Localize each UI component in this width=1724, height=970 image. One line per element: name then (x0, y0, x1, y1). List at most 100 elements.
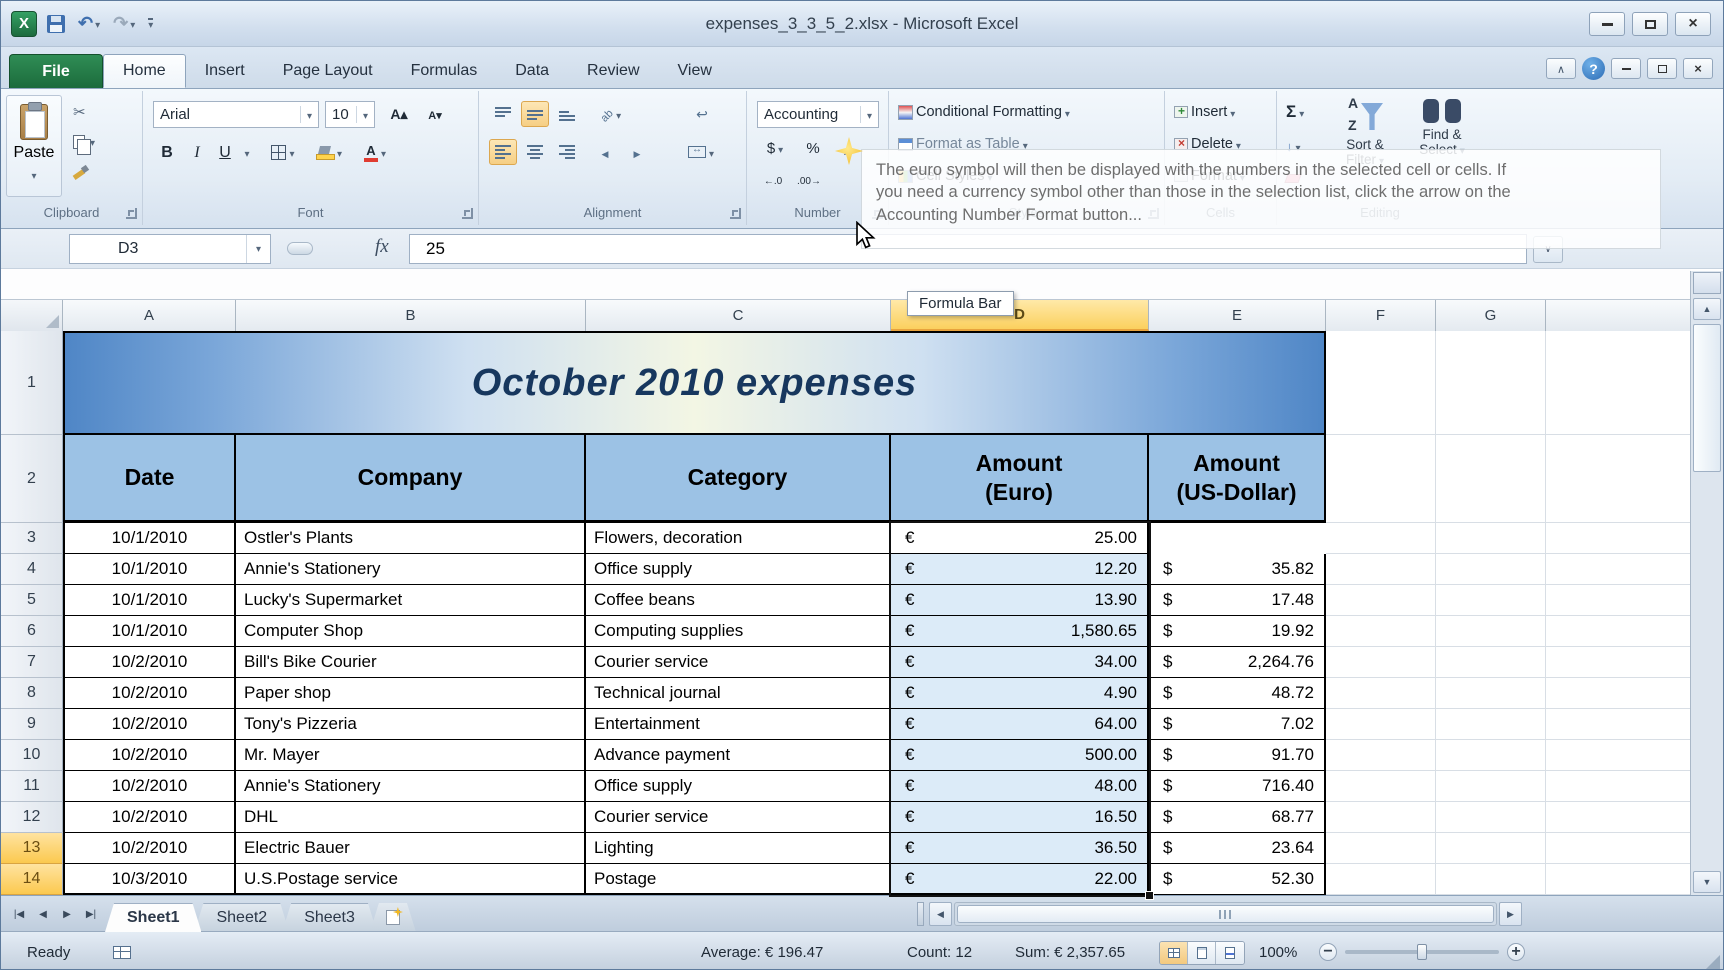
cell-B6[interactable]: Computer Shop (236, 616, 586, 647)
cell-G12[interactable] (1436, 802, 1546, 833)
increase-decimal-button[interactable] (757, 167, 789, 191)
column-header-E[interactable]: E (1149, 300, 1326, 331)
number-format-dropdown[interactable] (859, 106, 872, 123)
cell-C14[interactable]: Postage (586, 864, 891, 895)
vertical-scroll-thumb[interactable] (1693, 324, 1721, 472)
sheet-tab-sheet2[interactable]: Sheet2 (194, 903, 289, 932)
previous-sheet-button[interactable]: ◀ (31, 903, 55, 926)
zoom-out-button[interactable] (1319, 943, 1337, 961)
tab-page-layout[interactable]: Page Layout (264, 54, 392, 88)
merge-center-dropdown[interactable] (709, 144, 714, 161)
page-layout-view-button[interactable] (1188, 942, 1216, 964)
minimize-button[interactable] (1589, 12, 1625, 36)
merge-center-button[interactable] (675, 139, 727, 165)
cell-C13[interactable]: Lighting (586, 833, 891, 864)
font-color-button[interactable] (355, 139, 395, 166)
cell-F6[interactable] (1326, 616, 1436, 647)
vertical-split-handle[interactable] (1693, 272, 1721, 294)
autosum-dropdown[interactable] (1299, 104, 1304, 121)
orientation-dropdown[interactable] (616, 106, 621, 123)
undo-button[interactable] (75, 11, 103, 36)
tab-file[interactable]: File (9, 54, 103, 88)
cell-C2[interactable]: Category (586, 435, 891, 523)
increase-indent-button[interactable] (623, 139, 651, 165)
cell-C4[interactable]: Office supply (586, 554, 891, 585)
align-bottom-button[interactable] (553, 101, 581, 127)
cell-F1[interactable] (1326, 331, 1436, 435)
tab-formulas[interactable]: Formulas (392, 54, 497, 88)
cell-A10[interactable]: 10/2/2010 (63, 740, 236, 771)
row-header-14[interactable]: 14 (1, 864, 63, 895)
cell-G4[interactable] (1436, 554, 1546, 585)
cell-B9[interactable]: Tony's Pizzeria (236, 709, 586, 740)
alignment-dialog-launcher[interactable] (730, 208, 741, 219)
sheet-tab-sheet3[interactable]: Sheet3 (282, 903, 377, 932)
macro-record-button[interactable] (113, 932, 131, 969)
paste-button[interactable]: Paste (6, 95, 62, 197)
resize-grip[interactable] (1706, 955, 1720, 969)
align-center-button[interactable] (521, 139, 549, 165)
cell-A14[interactable]: 10/3/2010 (63, 864, 236, 895)
zoom-slider[interactable] (1345, 944, 1499, 960)
scroll-up-button[interactable] (1693, 298, 1721, 320)
cell-F2[interactable] (1326, 435, 1436, 523)
name-box[interactable]: D3 (69, 234, 271, 264)
comma-style-button[interactable]: , (831, 135, 859, 161)
cell-H9[interactable] (1546, 709, 1691, 740)
cell-H2[interactable] (1546, 435, 1691, 523)
find-select-button[interactable]: Find & Select (1405, 95, 1479, 157)
next-sheet-button[interactable]: ▶ (55, 903, 79, 926)
cell-H3[interactable] (1546, 523, 1691, 554)
cut-button[interactable] (67, 99, 129, 125)
cell-F9[interactable] (1326, 709, 1436, 740)
redo-dropdown-arrow[interactable] (130, 15, 135, 33)
cell-D11[interactable]: €48.00 (891, 771, 1149, 802)
cell-G7[interactable] (1436, 647, 1546, 678)
align-middle-button[interactable] (521, 101, 549, 127)
tab-home[interactable]: Home (103, 54, 186, 88)
cell-F10[interactable] (1326, 740, 1436, 771)
cell-D3[interactable]: €25.00 (891, 523, 1149, 554)
horizontal-scrollbar[interactable] (954, 902, 1497, 926)
row-header-8[interactable]: 8 (1, 678, 63, 709)
paste-dropdown-arrow[interactable] (31, 166, 36, 184)
vertical-scrollbar[interactable] (1690, 271, 1723, 895)
cell-B11[interactable]: Annie's Stationery (236, 771, 586, 802)
cell-G14[interactable] (1436, 864, 1546, 895)
sheet-tab-sheet1[interactable]: Sheet1 (105, 903, 201, 932)
formula-bar-splitter[interactable] (287, 242, 313, 255)
scroll-right-button[interactable] (1499, 902, 1522, 926)
align-left-button[interactable] (489, 139, 517, 165)
cell-A6[interactable]: 10/1/2010 (63, 616, 236, 647)
cell-G1[interactable] (1436, 331, 1546, 435)
row-header-5[interactable]: 5 (1, 585, 63, 616)
align-top-button[interactable] (489, 101, 517, 127)
cell-F11[interactable] (1326, 771, 1436, 802)
cell-A7[interactable]: 10/2/2010 (63, 647, 236, 678)
cell-D14[interactable]: €22.00 (891, 864, 1149, 895)
first-sheet-button[interactable]: |◀ (7, 903, 31, 926)
font-size-dropdown[interactable] (355, 106, 368, 123)
borders-dropdown[interactable] (289, 144, 294, 161)
number-format-combo[interactable]: Accounting (757, 101, 879, 128)
wrap-text-button[interactable] (685, 101, 719, 127)
cell-A5[interactable]: 10/1/2010 (63, 585, 236, 616)
column-header-B[interactable]: B (236, 300, 586, 331)
accounting-format-dropdown[interactable] (778, 140, 783, 157)
page-break-view-button[interactable] (1216, 942, 1244, 964)
cell-C5[interactable]: Coffee beans (586, 585, 891, 616)
orientation-button[interactable] (591, 101, 631, 127)
autosum-button[interactable]: Σ (1285, 99, 1305, 125)
cell-C12[interactable]: Courier service (586, 802, 891, 833)
customize-qat-button[interactable] (145, 16, 156, 32)
cell-G8[interactable] (1436, 678, 1546, 709)
workbook-minimize-button[interactable] (1611, 58, 1641, 79)
cell-G2[interactable] (1436, 435, 1546, 523)
cell-G5[interactable] (1436, 585, 1546, 616)
font-color-dropdown[interactable] (381, 144, 386, 161)
cell-D13[interactable]: €36.50 (891, 833, 1149, 864)
cell-F8[interactable] (1326, 678, 1436, 709)
tab-view[interactable]: View (659, 54, 731, 88)
cell-D9[interactable]: €64.00 (891, 709, 1149, 740)
accounting-format-button[interactable]: $ (757, 135, 793, 161)
